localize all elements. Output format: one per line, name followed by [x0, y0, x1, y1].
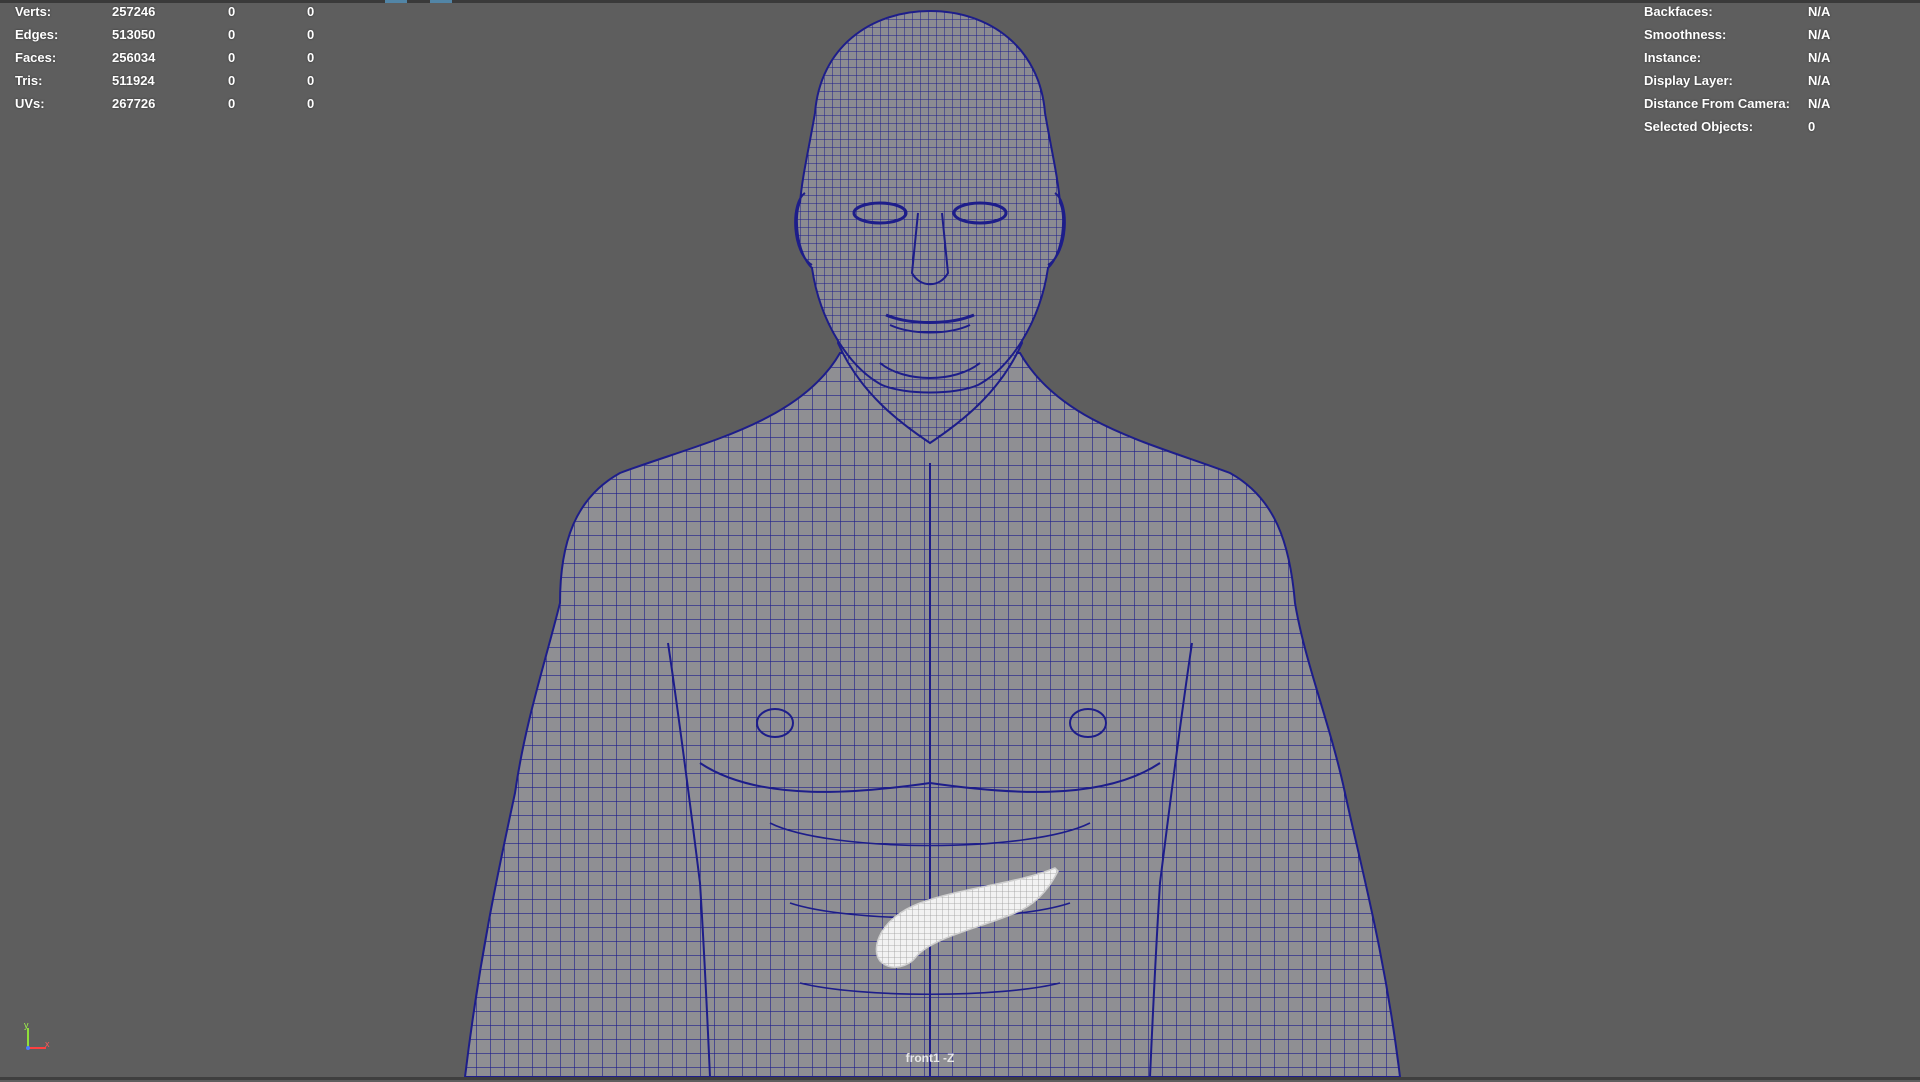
info-label: Instance: [1644, 50, 1702, 65]
torso-mesh[interactable] [463, 352, 1402, 1078]
stat-label: UVs: [15, 96, 45, 111]
stat-value: 0 [307, 73, 315, 88]
info-label: Display Layer: [1644, 73, 1733, 88]
stat-value: 0 [307, 96, 315, 111]
stat-value: 256034 [112, 50, 156, 65]
mesh-render[interactable] [0, 3, 1920, 1078]
stat-label: Tris: [15, 73, 43, 88]
stat-label: Verts: [15, 4, 52, 19]
info-row-display-layer: Display Layer: N/A [1644, 69, 1904, 92]
stat-value: 0 [307, 4, 315, 19]
axis-gizmo-icon: y x [22, 1020, 56, 1052]
info-value: N/A [1808, 50, 1831, 65]
stat-value: 0 [228, 4, 236, 19]
info-row-selected-objects: Selected Objects: 0 [1644, 115, 1904, 138]
info-value: N/A [1808, 73, 1831, 88]
axis-x-label: x [45, 1039, 50, 1049]
axis-y-label: y [24, 1020, 29, 1030]
stat-value: 0 [307, 27, 315, 42]
3d-viewport[interactable] [0, 3, 1920, 1078]
stat-value: 511924 [112, 73, 155, 88]
info-label: Backfaces: [1644, 4, 1713, 19]
stat-label: Faces: [15, 50, 57, 65]
stat-value: 0 [228, 73, 236, 88]
camera-name-label: front1 -Z [905, 1051, 955, 1065]
info-row-instance: Instance: N/A [1644, 46, 1904, 69]
stat-value: 0 [228, 96, 236, 111]
info-label: Smoothness: [1644, 27, 1727, 42]
info-value: N/A [1808, 27, 1831, 42]
stat-value: 0 [228, 27, 236, 42]
info-row-backfaces: Backfaces: N/A [1644, 0, 1904, 23]
stat-value: 257246 [112, 4, 156, 19]
stat-label: Edges: [15, 27, 59, 42]
info-row-distance: Distance From Camera: N/A [1644, 92, 1904, 115]
info-value: N/A [1808, 96, 1831, 111]
object-details-hud: Backfaces: N/A Smoothness: N/A Instance:… [1644, 0, 1904, 138]
stat-value: 0 [228, 50, 236, 65]
info-label: Selected Objects: [1644, 119, 1754, 134]
info-label: Distance From Camera: [1644, 96, 1790, 111]
info-value: 0 [1808, 119, 1816, 134]
stat-value: 513050 [112, 27, 156, 42]
stat-value: 267726 [112, 96, 156, 111]
head-mesh[interactable] [795, 9, 1065, 394]
stat-value: 0 [307, 50, 315, 65]
info-value: N/A [1808, 4, 1831, 19]
info-row-smoothness: Smoothness: N/A [1644, 23, 1904, 46]
